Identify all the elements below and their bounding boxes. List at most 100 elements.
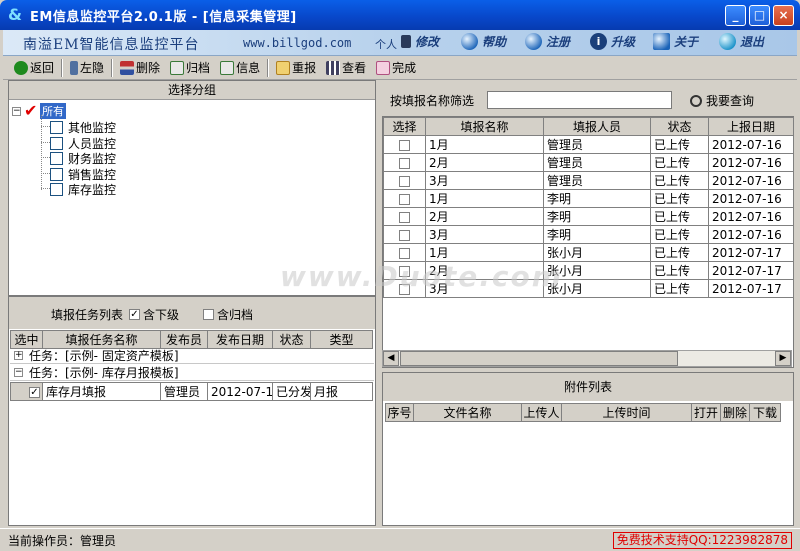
include-archive-checkbox[interactable]	[203, 309, 214, 320]
column-header[interactable]: 状态	[272, 330, 311, 349]
column-header[interactable]: 发布员	[160, 330, 208, 349]
row-checkbox[interactable]	[399, 139, 410, 151]
include-sub-checkbox[interactable]: ✓	[129, 309, 140, 320]
minimize-button[interactable]: _	[725, 5, 746, 26]
include-archive-option[interactable]: 含归档	[203, 306, 253, 323]
info-button[interactable]: 信息	[215, 58, 265, 78]
lock-icon	[401, 35, 411, 48]
tree-root-checkbox[interactable]: ✔	[24, 102, 37, 118]
nav-upgrade[interactable]: i 升级	[590, 33, 635, 50]
row-checkbox[interactable]	[399, 175, 410, 187]
filter-input[interactable]	[487, 91, 672, 109]
nav-exit[interactable]: 退出	[719, 33, 764, 50]
scroll-thumb[interactable]	[400, 351, 678, 366]
home-icon	[653, 33, 670, 50]
nav-about[interactable]: 关于	[653, 33, 698, 50]
column-header[interactable]: 文件名称	[413, 403, 522, 422]
column-header[interactable]: 发布日期	[207, 330, 273, 349]
column-header[interactable]: 上报日期	[708, 117, 794, 136]
hide-left-button[interactable]: 左隐	[65, 58, 109, 78]
row-checkbox[interactable]	[399, 211, 410, 223]
tree-item-inventory[interactable]: 库存监控	[50, 181, 116, 198]
task-group-row[interactable]: + 任务：[示例- 固定资产模板]	[10, 348, 374, 364]
toolbar-separator	[111, 58, 114, 77]
task-list-label: 填报任务列表	[51, 308, 124, 322]
tree-item-finance[interactable]: 财务监控	[50, 150, 116, 167]
window-controls: _ □ ×	[725, 5, 794, 26]
horizontal-scrollbar[interactable]: ◀ ▶	[382, 350, 792, 367]
app-logo-icon: &	[8, 5, 22, 24]
tree-item-checkbox[interactable]	[50, 168, 63, 181]
table-row[interactable]: 1月 张小月 已上传 2012-07-17	[383, 243, 794, 262]
toolbar-separator	[61, 58, 64, 77]
nav-modify[interactable]: 修改	[401, 33, 439, 50]
tree-item-other[interactable]: 其他监控	[50, 119, 116, 136]
title-bar: & EM信息监控平台2.0.1版 - [信息采集管理] _ □ ×	[0, 0, 800, 30]
column-header[interactable]: 上传时间	[561, 403, 692, 422]
search-icon	[461, 33, 478, 50]
archive-button[interactable]: 归档	[165, 58, 215, 78]
row-checkbox[interactable]	[399, 229, 410, 241]
row-checkbox[interactable]	[399, 157, 410, 169]
status-bar: 当前操作员：管理员 免费技术支持QQ:1223982878	[0, 528, 800, 551]
task-group-row[interactable]: − 任务：[示例- 库存月报模板]	[10, 365, 374, 381]
group-panel-header: 选择分组	[9, 81, 375, 100]
column-header[interactable]: 序号	[385, 403, 414, 422]
row-checkbox-cell[interactable]: ✓	[10, 382, 43, 401]
tree-line	[41, 142, 50, 143]
close-button[interactable]: ×	[773, 5, 794, 26]
maximize-button[interactable]: □	[749, 5, 770, 26]
scroll-left-button[interactable]: ◀	[383, 351, 399, 366]
column-header[interactable]: 删除	[720, 403, 750, 422]
tree-root-label: 所有	[40, 103, 66, 119]
group-expand-toggle[interactable]: +	[14, 351, 23, 360]
column-header[interactable]: 下载	[749, 403, 781, 422]
back-button[interactable]: 返回	[9, 58, 59, 78]
table-row[interactable]: 2月 管理员 已上传 2012-07-16	[383, 153, 794, 172]
delete-button[interactable]: 删除	[115, 58, 165, 78]
column-header[interactable]: 上传人	[521, 403, 562, 422]
tree-root[interactable]: − ✔ 所有	[12, 102, 66, 119]
app-banner: 南溢EM智能信息监控平台 www.billgod.com 个人 修改 帮助 注册…	[3, 30, 797, 56]
table-row[interactable]: ✓ 库存月填报 管理员 2012-07-16 已分发 月报	[10, 382, 373, 401]
table-row[interactable]: 3月 管理员 已上传 2012-07-16	[383, 171, 794, 190]
toolbar: 返回 左隐 删除 归档 信息 重报 查看 完成	[3, 56, 797, 80]
nav-register[interactable]: 注册	[525, 33, 570, 50]
column-header[interactable]: 状态	[650, 117, 709, 136]
nav-help[interactable]: 帮助	[461, 33, 506, 50]
table-row[interactable]: 1月 管理员 已上传 2012-07-16	[383, 135, 794, 154]
include-sub-option[interactable]: ✓ 含下级	[129, 306, 179, 323]
query-icon	[690, 94, 702, 107]
column-header[interactable]: 填报人员	[543, 117, 651, 136]
attach-panel: 附件列表	[382, 372, 794, 526]
table-row[interactable]: 3月 李明 已上传 2012-07-16	[383, 225, 794, 244]
resubmit-button[interactable]: 重报	[271, 58, 321, 78]
column-header[interactable]: 选中	[10, 330, 43, 349]
query-button[interactable]: 我要查询	[690, 92, 754, 109]
table-row[interactable]: 1月 李明 已上传 2012-07-16	[383, 189, 794, 208]
tree-collapse-toggle[interactable]: −	[12, 106, 21, 116]
attach-header: 附件列表	[383, 373, 793, 401]
column-header[interactable]: 填报任务名称	[42, 330, 161, 349]
done-button[interactable]: 完成	[371, 58, 421, 78]
table-row[interactable]: 2月 李明 已上传 2012-07-16	[383, 207, 794, 226]
column-header[interactable]: 打开	[691, 403, 721, 422]
tree-line	[41, 157, 50, 158]
scroll-right-button[interactable]: ▶	[775, 351, 791, 366]
tree-item-checkbox[interactable]	[50, 121, 63, 134]
view-button[interactable]: 查看	[321, 58, 371, 78]
brand-title: 南溢EM智能信息监控平台	[23, 37, 200, 53]
exit-icon	[719, 33, 736, 50]
support-link[interactable]: 免费技术支持QQ:1223982878	[612, 532, 792, 549]
column-header[interactable]: 选择	[383, 117, 426, 136]
group-collapse-toggle[interactable]: −	[14, 368, 23, 377]
column-header[interactable]: 填报名称	[425, 117, 544, 136]
watermark-text: www.Duote.com	[280, 260, 563, 293]
row-checkbox[interactable]: ✓	[29, 386, 40, 398]
tree-item-checkbox[interactable]	[50, 183, 63, 196]
tree-item-checkbox[interactable]	[50, 137, 63, 150]
row-checkbox[interactable]	[399, 247, 410, 259]
column-header[interactable]: 类型	[310, 330, 373, 349]
row-checkbox[interactable]	[399, 193, 410, 205]
tree-item-checkbox[interactable]	[50, 152, 63, 165]
